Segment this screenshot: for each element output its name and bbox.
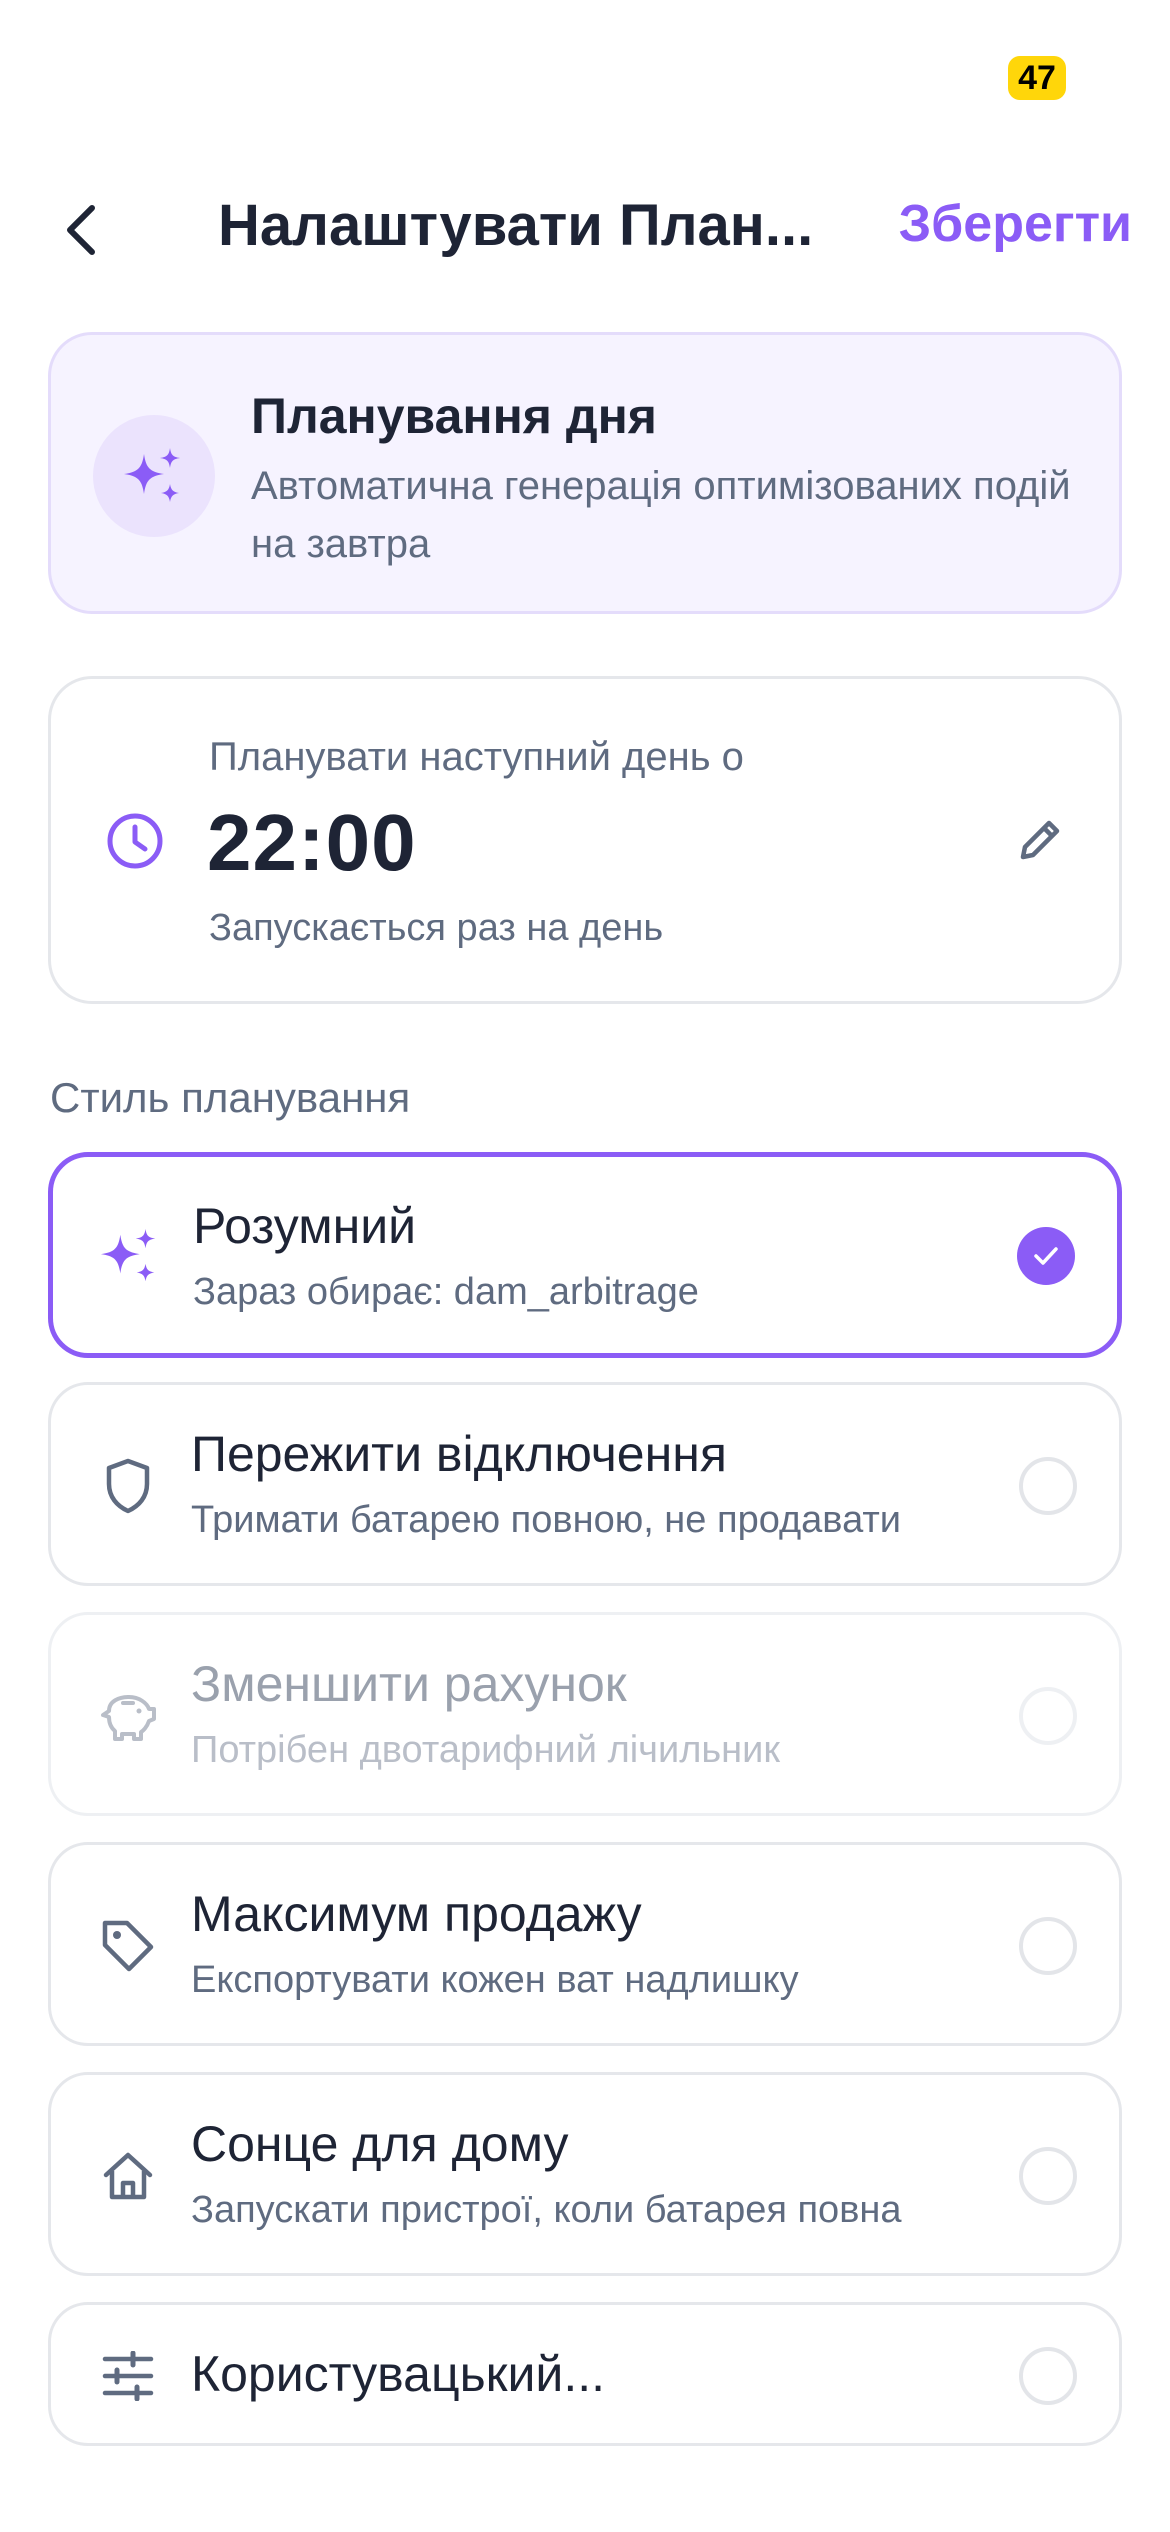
option-sun-for-home[interactable]: Сонце для дому Запускати пристрої, коли …	[48, 2072, 1122, 2276]
info-card-title: Планування дня	[251, 388, 657, 444]
option-subtitle: Експортувати кожен ват надлишку	[191, 1959, 799, 2001]
nav-bar: Налаштувати План... Зберегти	[0, 170, 1170, 280]
tag-icon	[102, 1920, 154, 1972]
home-icon	[103, 2152, 153, 2200]
piggy-bank-icon	[101, 1695, 156, 1741]
option-title: Сонце для дому	[191, 2116, 569, 2172]
option-title: Зменшити рахунок	[191, 1656, 627, 1712]
chevron-left-icon	[67, 205, 95, 255]
option-radio[interactable]	[1019, 1917, 1077, 1975]
option-title: Користувацький...	[191, 2346, 606, 2402]
info-card-description: Автоматична генерація оптимізованих поді…	[251, 464, 1071, 566]
option-radio-disabled	[1019, 1687, 1077, 1745]
schedule-time-card[interactable]: Планувати наступний день о 22:00 Запуска…	[48, 676, 1122, 1004]
option-custom[interactable]: Користувацький...	[48, 2302, 1122, 2446]
option-title: Розумний	[193, 1198, 417, 1254]
option-subtitle: Зараз обирає: dam_arbitrage	[193, 1271, 699, 1313]
option-subtitle: Потрібен двотарифний лічильник	[191, 1729, 781, 1771]
option-radio[interactable]	[1019, 1457, 1077, 1515]
option-subtitle: Тримати батарею повною, не продавати	[191, 1499, 901, 1541]
option-subtitle: Запускати пристрої, коли батарея повна	[191, 2189, 902, 2231]
page-title: Налаштувати План...	[218, 193, 814, 258]
option-survive-outage[interactable]: Пережити відключення Тримати батарею пов…	[48, 1382, 1122, 1586]
pencil-icon	[1020, 820, 1060, 860]
info-icon-circle	[93, 415, 215, 537]
save-button[interactable]: Зберегти	[899, 194, 1132, 254]
checkmark-icon	[1034, 1247, 1058, 1265]
back-button[interactable]	[40, 190, 120, 270]
shield-icon	[106, 1458, 150, 1514]
edit-time-button[interactable]	[1005, 805, 1075, 875]
option-radio[interactable]	[1019, 2347, 1077, 2405]
option-radio[interactable]	[1019, 2147, 1077, 2205]
option-title: Пережити відключення	[191, 1426, 727, 1482]
sparkles-icon	[124, 448, 180, 502]
option-title: Максимум продажу	[191, 1886, 642, 1942]
sparkles-icon	[100, 1228, 156, 1282]
schedule-frequency: Запускається раз на день	[209, 907, 664, 949]
status-bar: 47	[0, 0, 1170, 150]
option-smart[interactable]: Розумний Зараз обирає: dam_arbitrage	[48, 1152, 1122, 1358]
schedule-time-value: 22:00	[207, 798, 417, 887]
schedule-time-label: Планувати наступний день о	[209, 735, 744, 779]
planning-style-section-title: Стиль планування	[50, 1074, 411, 1121]
option-max-export[interactable]: Максимум продажу Експортувати кожен ват …	[48, 1842, 1122, 2046]
option-reduce-bill: Зменшити рахунок Потрібен двотарифний лі…	[48, 1612, 1122, 1816]
day-planning-info-card: Планування дня Автоматична генерація опт…	[48, 332, 1122, 614]
clock-icon	[107, 813, 163, 869]
battery-level-badge: 47	[1008, 56, 1066, 100]
option-radio-checked[interactable]	[1017, 1227, 1075, 1285]
sliders-icon	[102, 2351, 154, 2401]
